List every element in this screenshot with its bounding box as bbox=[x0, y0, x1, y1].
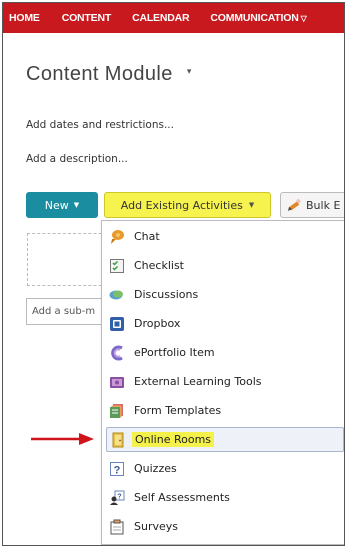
quizzes-icon: ? bbox=[109, 461, 125, 477]
menu-item-label: Self Assessments bbox=[134, 491, 230, 504]
self-assessments-icon: ? bbox=[109, 490, 125, 506]
svg-text:?: ? bbox=[117, 493, 121, 500]
top-navbar: HOME CONTENT CALENDAR COMMUNICATION ▽ bbox=[3, 3, 344, 33]
menu-item-label: Discussions bbox=[134, 288, 199, 301]
menu-item-label: External Learning Tools bbox=[134, 375, 262, 388]
menu-item-label: Quizzes bbox=[134, 462, 177, 475]
module-title-row: Content Module ▾ bbox=[26, 63, 191, 86]
page-title: Content Module bbox=[26, 63, 173, 85]
menu-item-dropbox[interactable]: Dropbox bbox=[106, 311, 344, 336]
menu-item-label: Online Rooms bbox=[132, 432, 215, 447]
title-menu-chevron-icon[interactable]: ▾ bbox=[187, 67, 192, 77]
nav-communication-label: COMMUNICATION bbox=[210, 12, 299, 24]
menu-item-checklist[interactable]: Checklist bbox=[106, 253, 344, 278]
checklist-icon bbox=[109, 258, 125, 274]
menu-item-external-learning-tools[interactable]: External Learning Tools bbox=[106, 369, 344, 394]
eportfolio-icon bbox=[109, 345, 125, 361]
menu-item-form-templates[interactable]: Form Templates bbox=[106, 398, 344, 423]
add-description-link[interactable]: Add a description... bbox=[26, 153, 128, 165]
menu-item-quizzes[interactable]: ? Quizzes bbox=[106, 456, 344, 481]
chevron-down-icon: ▽ bbox=[300, 14, 307, 23]
menu-item-label: Form Templates bbox=[134, 404, 222, 417]
menu-item-label: Surveys bbox=[134, 520, 178, 533]
dropbox-icon bbox=[109, 316, 125, 332]
discussions-icon bbox=[109, 287, 125, 303]
menu-item-eportfolio[interactable]: ePortfolio Item bbox=[106, 340, 344, 365]
nav-content[interactable]: CONTENT bbox=[62, 12, 112, 24]
add-existing-label: Add Existing Activities bbox=[120, 198, 243, 212]
menu-item-surveys[interactable]: Surveys bbox=[106, 514, 344, 539]
svg-text:?: ? bbox=[114, 464, 121, 476]
menu-item-online-rooms[interactable]: Online Rooms bbox=[106, 427, 344, 452]
online-rooms-icon bbox=[110, 432, 126, 448]
menu-item-chat[interactable]: Chat bbox=[106, 224, 344, 249]
bulk-edit-button[interactable]: Bulk E bbox=[280, 192, 344, 218]
new-button[interactable]: New ▼ bbox=[26, 192, 98, 218]
sub-module-placeholder: Add a sub-m bbox=[32, 306, 96, 317]
menu-item-label: ePortfolio Item bbox=[134, 346, 215, 359]
chevron-down-icon: ▼ bbox=[73, 201, 80, 209]
nav-home[interactable]: HOME bbox=[9, 12, 40, 24]
menu-item-label: Chat bbox=[134, 230, 160, 243]
add-existing-activities-button[interactable]: Add Existing Activities ▼ bbox=[104, 192, 271, 218]
chevron-down-icon: ▼ bbox=[248, 201, 255, 209]
new-button-label: New bbox=[44, 198, 69, 212]
activities-dropdown-menu: Chat Checklist Discussions Dropbox ePort bbox=[101, 220, 344, 545]
menu-item-discussions[interactable]: Discussions bbox=[106, 282, 344, 307]
pencil-icon bbox=[288, 198, 301, 211]
bulk-edit-label: Bulk E bbox=[306, 198, 341, 212]
app-frame: HOME CONTENT CALENDAR COMMUNICATION ▽ Con… bbox=[2, 2, 345, 546]
surveys-icon bbox=[109, 519, 125, 535]
menu-item-label: Checklist bbox=[134, 259, 184, 272]
form-templates-icon bbox=[109, 403, 125, 419]
nav-communication[interactable]: COMMUNICATION ▽ bbox=[210, 12, 306, 24]
external-tools-icon bbox=[109, 374, 125, 390]
nav-calendar[interactable]: CALENDAR bbox=[132, 12, 190, 24]
menu-item-label: Dropbox bbox=[134, 317, 181, 330]
add-dates-link[interactable]: Add dates and restrictions... bbox=[26, 119, 174, 131]
menu-item-self-assessments[interactable]: ? Self Assessments bbox=[106, 485, 344, 510]
chat-icon bbox=[109, 229, 125, 245]
red-arrow-icon bbox=[31, 433, 94, 445]
